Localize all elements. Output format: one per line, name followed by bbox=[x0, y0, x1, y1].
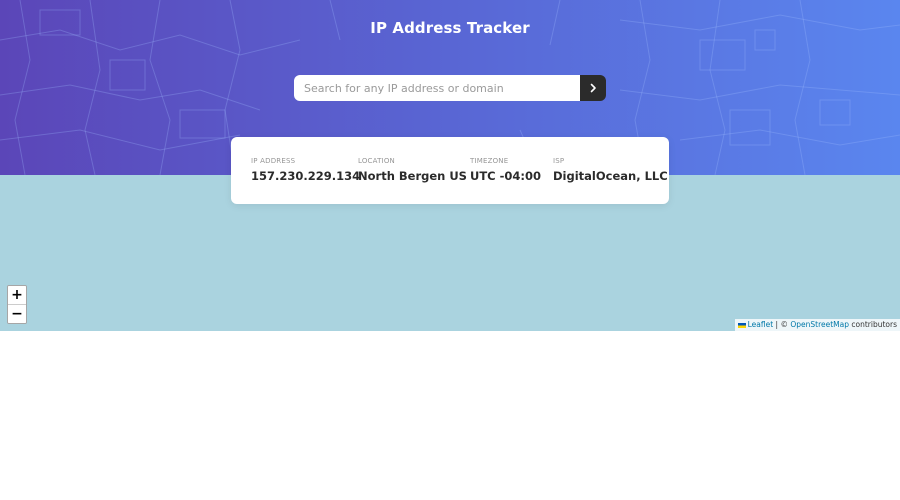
map-attribution: Leaflet | © OpenStreetMap contributors bbox=[734, 319, 900, 331]
info-ip-address: IP ADDRESS 157.230.229.134 bbox=[251, 157, 360, 183]
attribution-suffix: contributors bbox=[849, 320, 897, 329]
info-value: 157.230.229.134 bbox=[251, 169, 361, 183]
search-bar bbox=[294, 75, 606, 101]
info-value: North Bergen US bbox=[358, 169, 467, 183]
openstreetmap-link[interactable]: OpenStreetMap bbox=[790, 320, 849, 329]
info-label: ISP bbox=[553, 157, 565, 165]
info-isp: ISP DigitalOcean, LLC bbox=[553, 157, 668, 183]
zoom-control: + − bbox=[7, 285, 27, 324]
zoom-in-button[interactable]: + bbox=[8, 286, 26, 304]
attribution-separator: | © bbox=[773, 320, 791, 329]
chevron-right-icon bbox=[590, 83, 596, 93]
search-input[interactable] bbox=[294, 75, 580, 101]
leaflet-link[interactable]: Leaflet bbox=[748, 320, 774, 329]
page-title: IP Address Tracker bbox=[370, 19, 530, 37]
info-value: DigitalOcean, LLC bbox=[553, 169, 668, 183]
info-location: LOCATION North Bergen US bbox=[358, 157, 467, 183]
page: IP Address Tracker + − Leaflet | © OpenS… bbox=[0, 0, 900, 500]
info-label: TIMEZONE bbox=[470, 157, 509, 165]
info-timezone: TIMEZONE UTC -04:00 bbox=[470, 157, 541, 183]
info-label: LOCATION bbox=[358, 157, 395, 165]
ip-info-card: IP ADDRESS 157.230.229.134 LOCATION Nort… bbox=[231, 137, 669, 204]
info-label: IP ADDRESS bbox=[251, 157, 296, 165]
search-submit-button[interactable] bbox=[580, 75, 606, 101]
info-value: UTC -04:00 bbox=[470, 169, 542, 183]
ukraine-flag-icon bbox=[737, 322, 746, 328]
zoom-out-button[interactable]: − bbox=[8, 304, 26, 323]
